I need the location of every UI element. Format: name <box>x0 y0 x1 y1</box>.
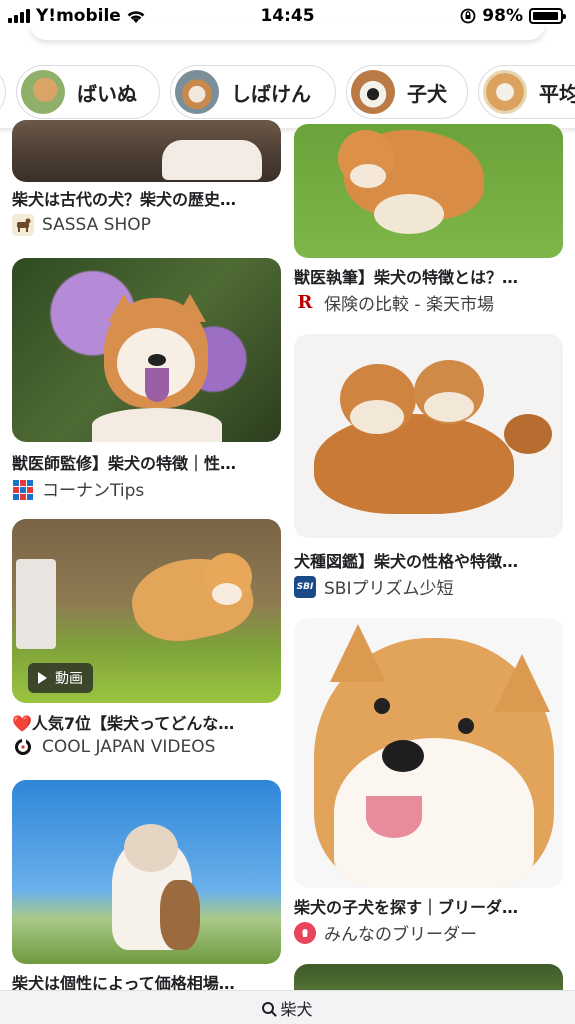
result-title[interactable]: 柴犬の子犬を探す｜ブリーダ… <box>294 894 563 918</box>
result-title[interactable]: 獣医執筆】柴犬の特徴とは？… <box>294 264 563 288</box>
result-source[interactable]: みんなのブリーダー <box>294 920 477 945</box>
battery-percent: 98% <box>482 6 523 26</box>
address-bar[interactable]: 柴犬 <box>0 990 575 1024</box>
result-source-label: 保険の比較 - 楽天市場 <box>324 295 494 315</box>
search-query: 柴犬 <box>280 999 313 1019</box>
chip-partial[interactable] <box>0 65 6 119</box>
chip-1[interactable]: しばけん <box>170 65 336 119</box>
chip-0[interactable]: ばいぬ <box>16 65 160 119</box>
result-image[interactable] <box>12 258 281 442</box>
dog-favicon-icon <box>12 214 34 236</box>
sbi-favicon-icon: SBI <box>294 575 316 598</box>
result-source[interactable]: COOL JAPAN VIDEOS <box>12 736 215 758</box>
chip-3[interactable]: 平均 <box>478 65 575 119</box>
result-image[interactable] <box>294 124 563 258</box>
chip-2[interactable]: 子犬 <box>346 65 468 119</box>
result-source[interactable]: コーナンTips <box>12 476 144 501</box>
result-source-label: コーナンTips <box>42 481 145 501</box>
result-source-label: COOL JAPAN VIDEOS <box>42 737 216 757</box>
circle-favicon-icon <box>12 736 34 758</box>
result-title[interactable]: 犬種図鑑】柴犬の性格や特徴… <box>294 548 563 572</box>
result-image[interactable]: 動画 <box>12 519 281 703</box>
status-right: 98% <box>460 6 566 26</box>
result-source[interactable]: SBI SBIプリズム少短 <box>294 574 453 599</box>
grid-favicon-icon <box>12 477 34 500</box>
chip-thumbnail <box>175 70 219 114</box>
chip-label: 子犬 <box>407 81 447 106</box>
result-image[interactable] <box>294 334 563 538</box>
rakuten-favicon-icon: R <box>294 291 316 314</box>
result-image[interactable] <box>12 120 281 182</box>
result-source-label: みんなのブリーダー <box>324 925 477 945</box>
suggestion-chips: ばいぬ しばけん 子犬 平均 <box>0 58 575 128</box>
result-title[interactable]: ❤️人気7位【柴犬ってどんな… <box>12 710 281 734</box>
search-icon <box>262 1001 275 1014</box>
result-image[interactable] <box>12 780 281 964</box>
video-badge: 動画 <box>28 663 93 693</box>
chip-label: 平均 <box>539 81 575 106</box>
result-title[interactable]: 柴犬は古代の犬？柴犬の歴史… <box>12 186 281 210</box>
result-title[interactable]: 獣医師監修】柴犬の特徴｜性… <box>12 450 281 474</box>
orientation-lock-icon <box>460 8 476 24</box>
chip-label: ばいぬ <box>77 81 137 106</box>
result-source-label: SASSA SHOP <box>42 215 151 235</box>
result-image[interactable] <box>294 618 563 888</box>
video-badge-label: 動画 <box>55 671 83 687</box>
chip-label: しばけん <box>231 81 311 106</box>
play-icon <box>38 672 47 684</box>
chip-thumbnail <box>21 70 65 114</box>
search-box-edge[interactable] <box>30 24 545 40</box>
result-source-label: SBIプリズム少短 <box>324 579 454 599</box>
chip-thumbnail <box>351 70 395 114</box>
chip-thumbnail <box>483 70 527 114</box>
minna-favicon-icon <box>294 921 316 944</box>
battery-icon <box>529 8 566 24</box>
result-source[interactable]: R 保険の比較 - 楽天市場 <box>294 290 494 315</box>
result-source[interactable]: SASSA SHOP <box>12 214 151 236</box>
